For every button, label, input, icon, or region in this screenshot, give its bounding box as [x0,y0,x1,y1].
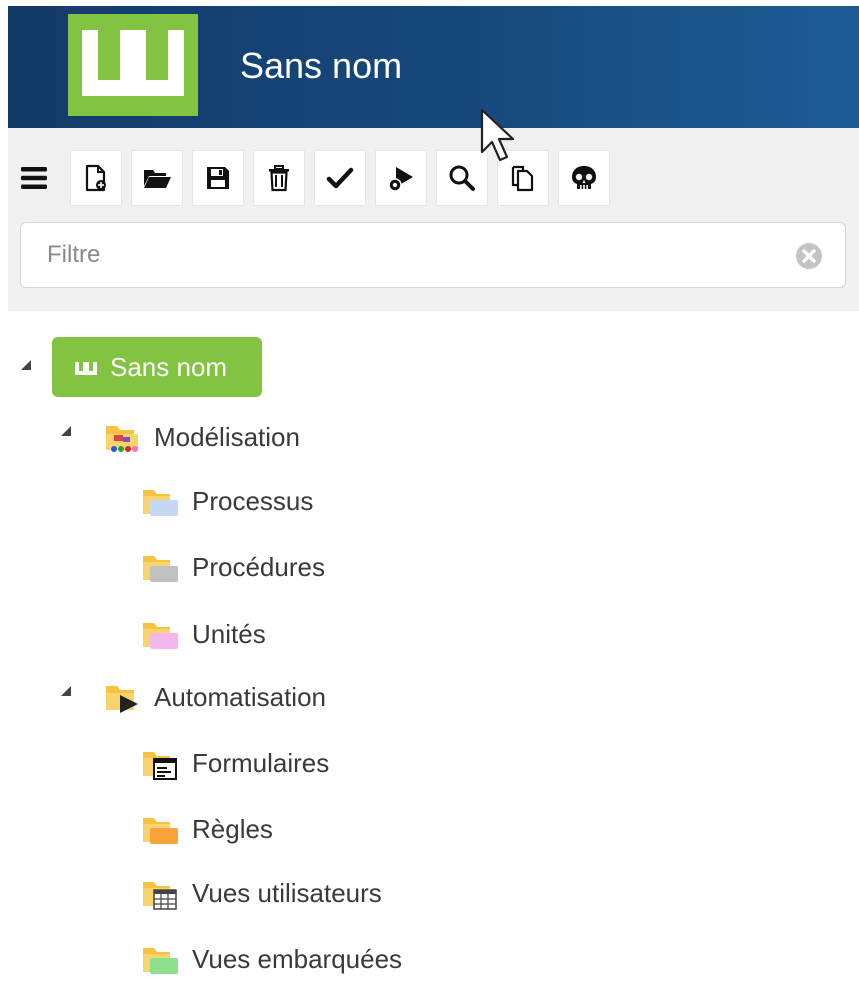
mouse-pointer-icon [480,108,515,162]
tree-item-unites[interactable]: Unités [142,614,266,654]
open-folder-icon [144,170,171,188]
logo-w-icon [82,30,184,96]
floppy-disk-icon [207,167,229,189]
tree-item-label: Règles [192,813,273,844]
tree-item-vues-utilisateurs[interactable]: Vues utilisateurs [142,873,382,913]
check-icon [326,167,354,189]
new-file-button[interactable] [70,150,122,206]
copy-icon [511,165,534,192]
tree-item-formulaires[interactable]: Formulaires [142,743,329,783]
tree-item-label: Processus [192,485,314,516]
tree-group-label: Modélisation [154,421,300,452]
tree-item-label: Procédures [192,551,325,582]
modelisation-folder-icon [106,426,138,452]
validate-button[interactable] [314,150,366,206]
collapse-caret-icon[interactable] [60,685,72,697]
filter-input[interactable] [47,237,767,273]
tree-group-automatisation[interactable]: Automatisation [104,677,326,717]
clear-filter-icon[interactable] [795,242,823,270]
app-window: Sans nom Filtre Sans nom Modélisation Pr… [8,6,859,991]
folder-grid-icon [143,882,177,910]
app-header: Sans nom [8,6,859,128]
tree-item-label: Formulaires [192,747,330,778]
app-title: Sans nom [240,45,403,86]
folder-orange-icon [143,818,178,844]
tree-item-label: Vues utilisateurs [192,877,382,908]
tree-item-processus[interactable]: Processus [142,481,313,521]
skull-icon [572,166,596,189]
save-button[interactable] [192,150,244,206]
play-gear-icon [388,167,413,192]
tree-group-label: Automatisation [154,681,326,712]
folder-pink-icon [143,623,178,649]
hamburger-icon [21,167,47,189]
folder-green-icon [143,948,178,974]
folder-form-icon [143,752,177,780]
tree-item-vues-embarquees[interactable]: Vues embarquées [142,939,402,979]
trash-icon [269,165,289,192]
folder-blue-icon [143,490,178,516]
tree-root-label: Sans nom [110,351,228,382]
project-w-icon [75,362,97,375]
toolbar [10,150,619,206]
tree-item-regles[interactable]: Règles [142,809,273,849]
app-logo [68,14,198,116]
tree-item-label: Vues embarquées [192,943,403,974]
folder-gray-icon [143,556,178,582]
run-button[interactable] [375,150,427,206]
collapse-caret-icon[interactable] [20,359,32,371]
project-tree: Sans nom Modélisation Processus Procédur… [8,311,859,991]
skull-button[interactable] [558,150,610,206]
tree-item-label: Unités [192,618,266,649]
tree-group-modelisation[interactable]: Modélisation [104,417,300,457]
delete-button[interactable] [253,150,305,206]
new-file-icon [85,164,106,192]
automatisation-folder-icon [106,686,138,713]
tree-root-node[interactable]: Sans nom [52,337,262,397]
menu-button[interactable] [10,150,58,206]
tree-item-procedures[interactable]: Procédures [142,547,325,587]
open-folder-button[interactable] [131,150,183,206]
filter-box [20,222,846,288]
collapse-caret-icon[interactable] [60,425,72,437]
toolbar-area [8,128,859,311]
magnifier-icon [449,165,475,191]
